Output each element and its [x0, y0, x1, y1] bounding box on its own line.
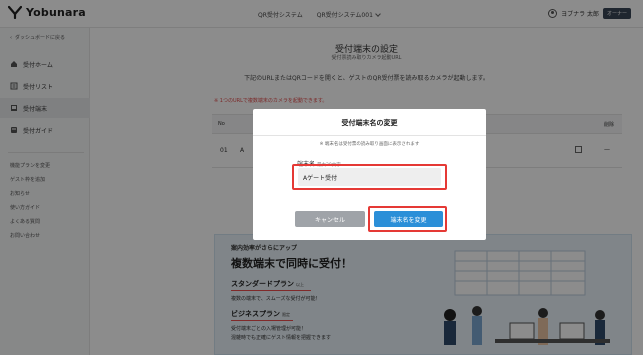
modal-divider: [253, 135, 486, 136]
input-highlight-box: [292, 164, 447, 190]
rename-terminal-modal: 受付端末名の変更 ※ 端末名は受付票の読み取り画面に表示されます 端末名 最大20…: [253, 109, 486, 240]
modal-title: 受付端末名の変更: [341, 119, 398, 127]
modal-note: ※ 端末名は受付票の読み取り画面に表示されます: [319, 142, 420, 147]
cancel-button[interactable]: キャンセル: [295, 211, 365, 227]
button-highlight-box: [368, 206, 447, 232]
